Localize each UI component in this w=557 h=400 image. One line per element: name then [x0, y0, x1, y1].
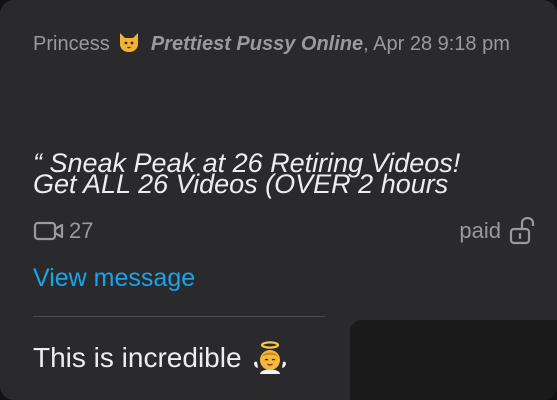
- cat-face-icon: [120, 33, 139, 52]
- message-bubble: Princess Prettiest Pussy Online, Apr 28 …: [0, 0, 557, 400]
- reply-message[interactable]: This is incredible: [33, 338, 288, 378]
- unlock-icon: [509, 217, 535, 245]
- quote-author[interactable]: Princess: [33, 33, 110, 55]
- quote-timestamp: , Apr 28 9:18 pm: [363, 33, 510, 55]
- view-message-link[interactable]: View message: [33, 262, 195, 294]
- video-count-value: 27: [69, 218, 94, 243]
- paid-label: paid: [459, 218, 501, 243]
- quote-header: Princess Prettiest Pussy Online, Apr 28 …: [33, 30, 510, 58]
- baby-angel-icon: [253, 341, 286, 374]
- paid-status[interactable]: paid: [459, 216, 535, 246]
- adjacent-bubble-bg: [350, 320, 557, 400]
- divider: [33, 316, 325, 317]
- quoted-line-2: Get ALL 26 Videos (OVER 2 hours: [33, 169, 449, 199]
- media-count: 27: [33, 216, 93, 246]
- video-camera-icon: [33, 221, 64, 241]
- quote-channel[interactable]: Prettiest Pussy Online: [151, 33, 363, 55]
- reply-text: This is incredible: [33, 342, 242, 373]
